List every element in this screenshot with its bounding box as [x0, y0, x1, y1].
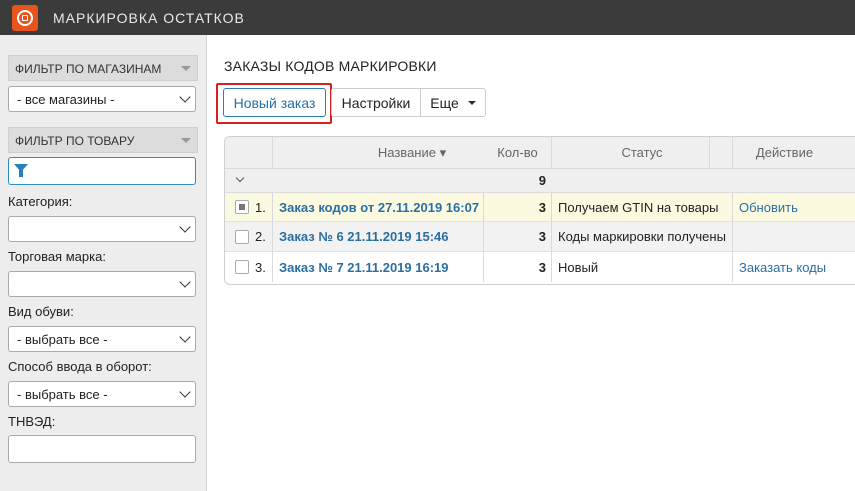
column-qty-label: Кол-во	[497, 145, 538, 160]
brand-label: Торговая марка:	[8, 249, 106, 264]
order-qty: 3	[483, 222, 551, 251]
product-filter-title: ФИЛЬТР ПО ТОВАРУ	[15, 134, 135, 148]
shoe-type-select[interactable]: - выбрать все -	[8, 326, 196, 352]
product-filter-header[interactable]: ФИЛЬТР ПО ТОВАРУ	[8, 127, 198, 153]
order-name: Заказ кодов от 27.11.2019 16:07	[279, 199, 480, 215]
row-number: 1.	[255, 193, 273, 221]
row-checkbox[interactable]	[235, 230, 249, 244]
order-codes-action-link[interactable]: Заказать коды	[739, 252, 855, 282]
chevron-down-icon	[179, 91, 191, 103]
order-qty-value: 3	[538, 199, 546, 215]
product-search-input[interactable]	[8, 157, 196, 185]
column-status-label: Статус	[621, 145, 663, 160]
group-total-value: 9	[538, 173, 546, 188]
shoe-type-select-value: - выбрать все -	[17, 332, 108, 347]
group-total: 9	[483, 169, 551, 192]
order-qty-value: 3	[538, 229, 546, 244]
row-number-text: 1.	[255, 199, 266, 215]
order-qty: 3	[483, 193, 551, 221]
table-header-row: Название ▾ Кол-во Статус Действие	[225, 137, 855, 169]
table-row[interactable]: 3. Заказ № 7 21.11.2019 16:19 3 Новый За…	[225, 252, 855, 282]
order-name: Заказ № 7 21.11.2019 16:19	[279, 259, 449, 275]
row-checkbox[interactable]	[235, 200, 249, 214]
circulation-select-value: - выбрать все -	[17, 387, 108, 402]
column-action-label: Действие	[755, 145, 814, 160]
column-header-qty[interactable]: Кол-во	[484, 137, 551, 168]
chevron-down-icon	[179, 331, 191, 343]
store-filter-title: ФИЛЬТР ПО МАГАЗИНАМ	[15, 62, 162, 76]
store-select-value: - все магазины -	[17, 92, 115, 107]
settings-button-label: Настройки	[341, 94, 411, 111]
order-action-text: Заказать коды	[739, 259, 827, 275]
row-checkbox[interactable]	[235, 260, 249, 274]
table-row[interactable]: 1. Заказ кодов от 27.11.2019 16:07 3 Пол…	[225, 193, 855, 222]
order-qty-value: 3	[538, 259, 546, 275]
order-status-text: Получаем GTIN на товары	[558, 199, 719, 215]
orders-table: Название ▾ Кол-во Статус Действие 9 1. З…	[224, 136, 855, 285]
refresh-action-link[interactable]: Обновить	[739, 193, 855, 221]
order-status: Получаем GTIN на товары	[558, 193, 732, 221]
more-button-label: Еще	[430, 94, 459, 111]
settings-button[interactable]: Настройки	[331, 88, 421, 117]
order-name: Заказ № 6 21.11.2019 15:46	[279, 229, 449, 244]
order-status: Коды маркировки получены	[558, 222, 732, 251]
page-title: ЗАКАЗЫ КОДОВ МАРКИРОВКИ	[224, 58, 437, 74]
row-number: 3.	[255, 252, 273, 282]
app-title: МАРКИРОВКА ОСТАТКОВ	[53, 9, 245, 26]
order-qty: 3	[483, 252, 551, 282]
app-header: МАРКИРОВКА ОСТАТКОВ	[0, 0, 855, 35]
chevron-down-icon	[179, 221, 191, 233]
order-action	[739, 222, 855, 251]
order-status: Новый	[558, 252, 732, 282]
table-row[interactable]: 2. Заказ № 6 21.11.2019 15:46 3 Коды мар…	[225, 222, 855, 252]
chevron-down-icon	[179, 276, 191, 288]
group-row[interactable]: 9	[225, 169, 855, 193]
circulation-label: Способ ввода в оборот:	[8, 359, 152, 374]
caret-down-icon	[467, 100, 476, 105]
collapse-caret-icon[interactable]	[181, 66, 191, 71]
collapse-caret-icon[interactable]	[181, 138, 191, 143]
order-action-text: Обновить	[739, 199, 798, 215]
more-dropdown-button[interactable]: Еще	[420, 88, 486, 117]
order-link[interactable]: Заказ кодов от 27.11.2019 16:07	[279, 193, 484, 221]
order-link[interactable]: Заказ № 7 21.11.2019 16:19	[279, 252, 484, 282]
app-logo-icon[interactable]	[12, 4, 38, 31]
column-name-label: Название ▾	[377, 144, 447, 160]
order-status-text: Новый	[558, 259, 599, 275]
tnved-label: ТНВЭД:	[8, 414, 56, 429]
store-filter-header[interactable]: ФИЛЬТР ПО МАГАЗИНАМ	[8, 55, 198, 81]
tnved-input[interactable]	[8, 435, 196, 463]
filter-funnel-stem	[19, 170, 23, 177]
category-select[interactable]	[8, 216, 196, 242]
order-status-text: Коды маркировки получены	[558, 229, 726, 244]
circulation-select[interactable]: - выбрать все -	[8, 381, 196, 407]
shoe-type-label: Вид обуви:	[8, 304, 74, 319]
column-header-status[interactable]: Статус	[552, 137, 732, 168]
row-number: 2.	[255, 222, 273, 251]
column-header-action[interactable]: Действие	[733, 137, 836, 168]
chevron-down-icon[interactable]	[235, 173, 245, 183]
store-select[interactable]: - все магазины -	[8, 86, 196, 112]
brand-select[interactable]	[8, 271, 196, 297]
order-link[interactable]: Заказ № 6 21.11.2019 15:46	[279, 222, 484, 251]
row-number-text: 2.	[255, 229, 266, 244]
chevron-down-icon	[179, 386, 191, 398]
category-label: Категория:	[8, 194, 73, 209]
new-order-button[interactable]: Новый заказ	[223, 88, 326, 117]
sidebar: ФИЛЬТР ПО МАГАЗИНАМ - все магазины - ФИЛ…	[0, 35, 207, 491]
row-number-text: 3.	[255, 259, 266, 275]
new-order-button-label: Новый заказ	[233, 94, 316, 111]
